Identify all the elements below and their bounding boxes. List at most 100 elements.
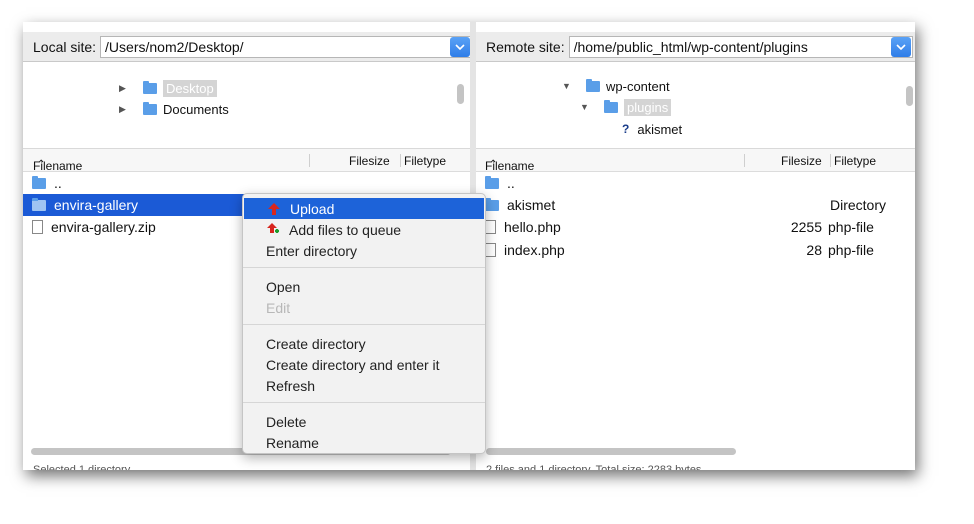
- local-status-bar: Selected 1 directory.: [33, 464, 133, 470]
- unknown-folder-icon: ?: [622, 122, 630, 136]
- menu-item-label: Upload: [290, 200, 335, 217]
- list-item[interactable]: akismet Directory: [476, 194, 915, 216]
- file-type: php-file: [828, 219, 874, 235]
- menu-item-label: Rename: [266, 434, 319, 451]
- column-filetype[interactable]: Filetype: [404, 154, 446, 168]
- tree-item-wp-content[interactable]: ▼ wp-content: [562, 76, 670, 96]
- file-icon: [32, 220, 43, 234]
- remote-path-input[interactable]: /home/public_html/wp-content/plugins: [568, 35, 913, 58]
- menu-item-label: Create directory and enter it: [266, 356, 440, 373]
- add-to-queue-icon: [266, 222, 280, 237]
- menu-item-label: Enter directory: [266, 242, 358, 259]
- column-divider[interactable]: [309, 154, 310, 167]
- remote-status-bar: 2 files and 1 directory. Total size: 228…: [486, 464, 702, 470]
- remote-file-list-header: Filename ⌃ Filesize Filetype: [476, 148, 915, 173]
- local-path-value: /Users/nom2/Desktop/: [105, 38, 244, 55]
- local-path-dropdown-button[interactable]: [450, 36, 470, 57]
- file-name: envira-gallery.zip: [51, 219, 156, 235]
- upload-arrow-icon: [267, 202, 281, 216]
- file-name: akismet: [507, 197, 556, 213]
- local-path-input[interactable]: /Users/nom2/Desktop/: [100, 35, 472, 58]
- horizontal-scrollbar[interactable]: [486, 448, 736, 455]
- file-name: hello.php: [504, 219, 561, 235]
- tree-item-documents[interactable]: ▶ Documents: [119, 99, 229, 119]
- file-name: ..: [507, 175, 515, 191]
- tree-item-label: plugins: [624, 98, 672, 116]
- menu-item-refresh[interactable]: Refresh: [243, 375, 485, 396]
- file-name: index.php: [504, 242, 565, 258]
- menu-item-create-directory[interactable]: Create directory: [243, 333, 485, 354]
- expand-arrow-icon[interactable]: ▶: [119, 104, 133, 115]
- tree-item-plugins[interactable]: ▼ plugins: [580, 97, 672, 117]
- column-divider[interactable]: [744, 154, 745, 167]
- remote-site-label: Remote site:: [486, 38, 565, 55]
- tree-item-desktop[interactable]: ▶ Desktop: [119, 78, 217, 98]
- folder-icon: [604, 99, 618, 113]
- file-name: envira-gallery: [54, 197, 139, 213]
- file-size: 2255: [790, 219, 822, 235]
- column-filetype[interactable]: Filetype: [834, 154, 876, 168]
- ftp-client-window: Local site: /Users/nom2/Desktop/ ▶ Deskt…: [23, 22, 915, 470]
- menu-separator: [243, 402, 485, 403]
- local-site-bar: Local site: /Users/nom2/Desktop/: [23, 32, 474, 62]
- tree-item-akismet[interactable]: ? akismet: [622, 119, 682, 139]
- menu-item-enter-directory[interactable]: Enter directory: [243, 240, 485, 261]
- column-divider[interactable]: [400, 154, 401, 167]
- chevron-down-icon: [896, 43, 906, 50]
- file-size: 28: [806, 242, 822, 258]
- list-item[interactable]: ..: [476, 172, 915, 194]
- local-file-list-header: Filename ⌃ Filesize Filetype: [23, 148, 474, 173]
- menu-item-edit: Edit: [243, 297, 485, 318]
- vertical-scrollbar[interactable]: [457, 84, 464, 104]
- expand-arrow-icon[interactable]: ▶: [119, 83, 133, 94]
- remote-site-bar: Remote site: /home/public_html/wp-conten…: [476, 32, 915, 62]
- menu-item-label: Open: [266, 278, 301, 295]
- menu-item-label: Edit: [266, 299, 291, 316]
- list-item[interactable]: index.php 28 php-file: [476, 239, 915, 261]
- folder-icon: [32, 197, 46, 211]
- menu-item-create-directory-and-enter[interactable]: Create directory and enter it: [243, 354, 485, 375]
- remote-path-value: /home/public_html/wp-content/plugins: [573, 38, 808, 55]
- file-type: Directory: [830, 197, 887, 213]
- collapse-arrow-icon[interactable]: ▼: [580, 102, 594, 112]
- vertical-scrollbar[interactable]: [906, 86, 913, 106]
- folder-icon: [32, 175, 46, 189]
- sort-ascending-icon: ⌃: [37, 159, 46, 170]
- file-icon: [485, 220, 496, 234]
- folder-icon: [143, 80, 157, 94]
- column-divider[interactable]: [830, 154, 831, 167]
- menu-item-label: Refresh: [266, 377, 316, 394]
- menu-item-upload[interactable]: Upload: [244, 198, 484, 219]
- menu-item-label: Add files to queue: [289, 221, 402, 238]
- list-item[interactable]: hello.php 2255 php-file: [476, 216, 915, 238]
- folder-icon: [143, 101, 157, 115]
- menu-item-rename[interactable]: Rename: [243, 432, 485, 453]
- file-type: php-file: [828, 242, 874, 258]
- list-item[interactable]: ..: [23, 172, 474, 194]
- folder-icon: [485, 197, 499, 211]
- menu-item-delete[interactable]: Delete: [243, 411, 485, 432]
- file-name: ..: [54, 175, 62, 191]
- menu-item-add-files-to-queue[interactable]: Add files to queue: [243, 219, 485, 240]
- chevron-down-icon: [455, 43, 465, 50]
- local-site-label: Local site:: [33, 38, 97, 55]
- remote-pane: Remote site: /home/public_html/wp-conten…: [476, 22, 915, 470]
- remote-path-dropdown-button[interactable]: [891, 36, 911, 57]
- collapse-arrow-icon[interactable]: ▼: [562, 81, 576, 91]
- folder-icon: [586, 78, 600, 92]
- column-filesize[interactable]: Filesize: [349, 154, 390, 168]
- file-icon: [485, 243, 496, 257]
- menu-separator: [243, 267, 485, 268]
- tree-item-label: akismet: [637, 121, 683, 137]
- menu-item-open[interactable]: Open: [243, 276, 485, 297]
- menu-separator: [243, 324, 485, 325]
- menu-item-label: Create directory: [266, 335, 366, 352]
- context-menu: Upload Add files to queue Enter director…: [242, 193, 486, 454]
- tree-item-label: Desktop: [163, 79, 217, 97]
- tree-item-label: Documents: [163, 101, 229, 117]
- menu-item-label: Delete: [266, 413, 307, 430]
- folder-icon: [485, 175, 499, 189]
- column-filesize[interactable]: Filesize: [781, 154, 822, 168]
- tree-item-label: wp-content: [606, 78, 670, 94]
- sort-ascending-icon: ⌃: [489, 159, 498, 170]
